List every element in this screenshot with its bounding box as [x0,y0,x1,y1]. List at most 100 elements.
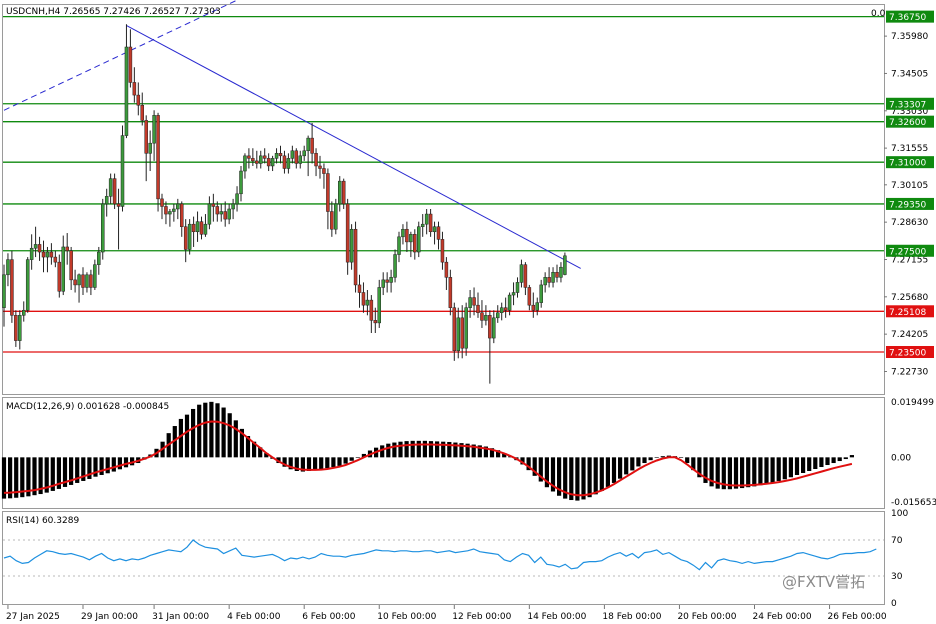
rsi-axis: 100 70 30 0 [891,509,908,609]
candle-body [484,315,488,321]
candle [527,284,532,311]
candle-body [215,206,220,215]
candle [393,249,397,283]
candle [29,234,34,270]
candle [436,221,441,250]
candle-body [108,178,113,197]
price-tick-label-4: 7.30105 [891,181,928,191]
candle [349,224,354,270]
candle-body [507,294,512,311]
candle-body [460,317,464,349]
chart-root: 7.359807.345057.330307.315557.301057.286… [1,0,936,622]
candle [345,198,350,275]
candle-body [440,239,445,263]
candle [488,310,492,384]
candle [389,269,393,293]
candle [6,253,10,287]
candle-body [251,158,255,162]
candle-body [286,158,291,169]
candle-body [124,46,129,136]
macd-bar [233,420,238,458]
candle [417,221,421,258]
candle [85,272,89,293]
price-tick-label-9: 7.22730 [891,367,928,377]
candle-body [57,261,62,292]
candle-body [341,180,346,205]
level-tag-label: 7.31000 [889,159,926,169]
candle-body [211,203,216,207]
watermark: @FXTV嘗拓 [782,573,865,591]
macd-bar [831,457,836,464]
candle-body [172,208,176,212]
macd-bar [819,457,824,468]
candle [405,221,409,253]
candle [203,214,208,237]
candle-body [45,251,50,258]
candle [172,203,176,222]
rsi-line [3,539,877,571]
candle-body [2,274,6,308]
macd-histogram [1,401,854,501]
candle-body [116,203,121,207]
candle-body [223,211,227,220]
macd-bar [380,445,385,458]
candle [294,148,299,169]
candle-body [274,153,279,159]
candle-body [456,317,460,351]
candle [322,163,326,189]
time-tick-label-9: 20 Feb 00:00 [677,612,736,622]
candle-body [503,307,508,311]
candle-body [353,228,358,286]
candle-body [444,261,449,278]
macd-bar [764,457,769,485]
candle [397,231,401,263]
candle-body [373,320,378,324]
candle-body [349,228,354,263]
candle [330,201,334,237]
candle [409,231,413,258]
macd-bar [776,457,781,481]
time-tick-label-8: 18 Feb 00:00 [602,612,661,622]
macd-bar [733,457,739,489]
candle-body [385,279,389,283]
candle [385,272,389,293]
candle-body [515,282,520,293]
candle-body [10,259,14,316]
candle-body [357,284,362,293]
candle [148,130,152,172]
level-tag-label: 7.29350 [889,200,926,210]
candle [235,186,239,212]
candle [460,305,464,359]
candle-body [290,150,295,159]
candle-body [464,307,468,349]
macd-bar [849,455,854,458]
candle-body [140,104,144,121]
macd-bar [642,457,647,464]
candle-body [164,206,168,215]
candle [543,272,547,293]
candle-body [424,213,429,225]
candle-body [187,223,192,250]
candle-body [409,234,413,243]
candle [468,289,472,318]
candle [381,272,385,296]
macd-bar [599,457,604,491]
candle-body [393,254,397,278]
macd-bar [404,441,409,458]
candle-body [519,264,524,283]
candle-body [160,198,164,207]
candle-body [148,142,152,154]
candle-body [89,274,93,288]
candle [539,279,543,308]
candle-body [6,259,10,276]
candle-body [270,158,275,167]
macd-bar [648,457,653,461]
candle [116,188,121,250]
level-tag-6: 7.25108 [886,305,934,318]
candle-body [322,168,326,174]
candle-body [247,155,251,159]
level-tag-label: 7.27500 [889,247,926,257]
candle-body [334,203,338,230]
rsi-tick-label-1: 70 [891,536,903,546]
candle [464,302,468,356]
